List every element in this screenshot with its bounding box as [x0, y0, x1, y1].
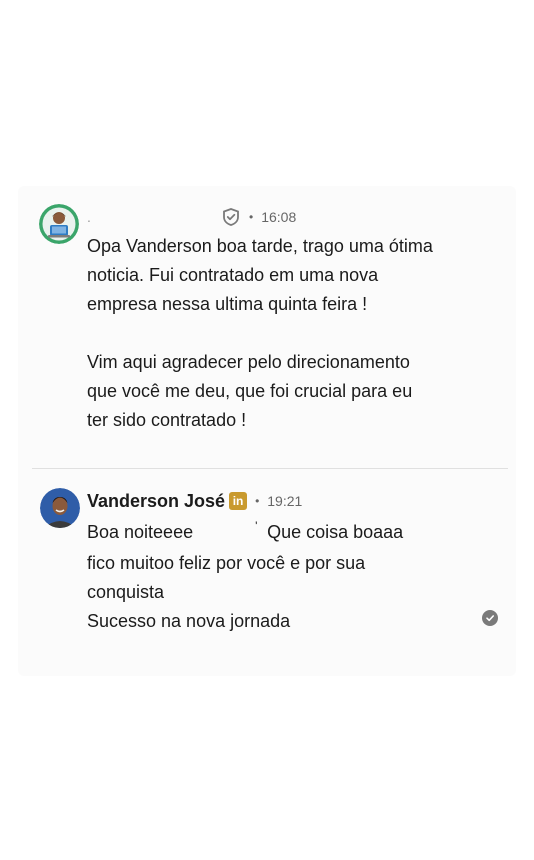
sender-name[interactable]: .	[87, 209, 217, 225]
message-text: Boa noiteeee	[87, 522, 194, 542]
conversation-card: . • 16:08 Opa Vanderson boa tarde, trago…	[18, 186, 516, 676]
message-line: Vim aqui agradecer pelo direcionamento	[87, 352, 410, 372]
message-header: Vanderson José in • 19:21	[87, 490, 302, 512]
shield-check-icon	[221, 207, 241, 227]
read-check-icon	[482, 610, 498, 626]
message-line: noticia. Fui contratado em uma nova	[87, 265, 379, 285]
avatar[interactable]	[40, 488, 80, 528]
profile-photo-icon	[40, 488, 80, 528]
message-line: fico muitoo feliz por você e por sua	[87, 553, 366, 573]
message-line: Opa Vanderson boa tarde, trago uma ótima	[87, 236, 433, 256]
separator-dot: •	[255, 494, 260, 508]
message-line: ter sido contratado !	[87, 410, 247, 430]
message-text: Que coisa boaaa	[267, 522, 404, 542]
linkedin-icon: in	[229, 492, 248, 510]
message-line: conquista	[87, 582, 165, 602]
person-with-laptop-icon	[39, 204, 79, 244]
message-header: . • 16:08	[87, 206, 296, 228]
timestamp: 19:21	[267, 493, 303, 509]
message-line: que você me deu, que foi crucial para eu	[87, 381, 413, 401]
message-divider	[32, 468, 508, 469]
timestamp: 16:08	[261, 209, 297, 225]
mark-text: '	[255, 519, 258, 533]
sender-name[interactable]: Vanderson José	[87, 491, 225, 512]
message-body: Opa Vanderson boa tarde, trago uma ótima…	[87, 232, 433, 435]
separator-dot: •	[249, 210, 254, 224]
message-line	[87, 319, 433, 348]
message-body: Boa noiteeee ' Que coisa boaaa fico muitoo…	[87, 518, 403, 636]
message-line: empresa nessa ultima quinta feira !	[87, 294, 368, 314]
message-line: Sucesso na nova jornada	[87, 611, 291, 631]
avatar[interactable]	[39, 204, 79, 244]
message-line: Boa noiteeee ' Que coisa boaaa	[87, 518, 403, 549]
